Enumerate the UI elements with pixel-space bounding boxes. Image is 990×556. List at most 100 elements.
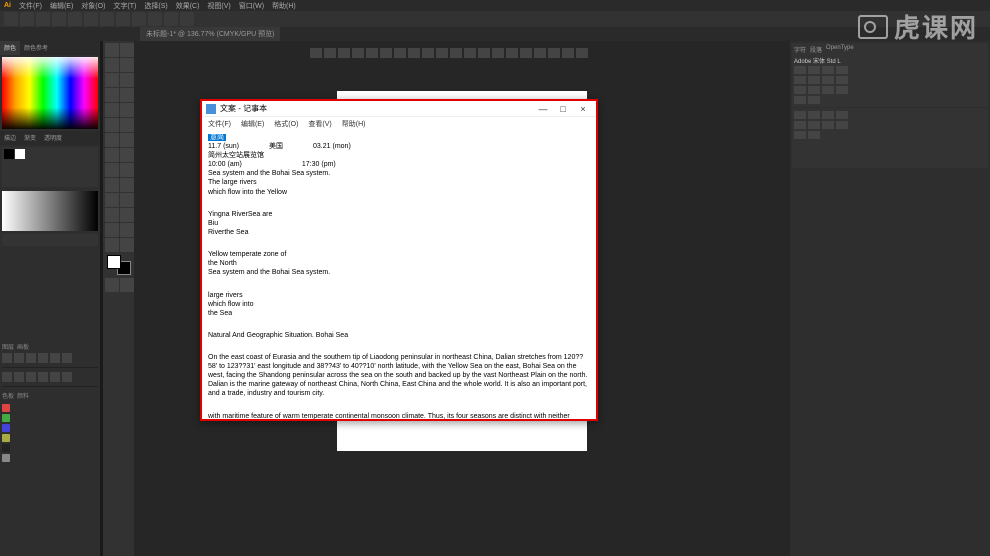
panel-icon[interactable]	[38, 372, 48, 382]
panel-icon[interactable]	[38, 353, 48, 363]
tab-paragraph[interactable]: 段落	[810, 45, 822, 55]
opt-icon[interactable]	[520, 48, 532, 58]
panel-icon[interactable]	[62, 353, 72, 363]
menu-effect[interactable]: 效果(C)	[176, 1, 200, 11]
para-ctrl[interactable]	[822, 111, 834, 119]
control-icon[interactable]	[52, 12, 66, 26]
char-ctrl[interactable]	[836, 86, 848, 94]
char-ctrl[interactable]	[836, 66, 848, 74]
char-ctrl[interactable]	[808, 96, 820, 104]
char-ctrl[interactable]	[794, 76, 806, 84]
para-ctrl[interactable]	[822, 121, 834, 129]
np-menu-file[interactable]: 文件(F)	[208, 119, 231, 129]
color-dot[interactable]	[2, 404, 10, 412]
eyedropper-tool[interactable]	[105, 193, 119, 207]
control-icon[interactable]	[84, 12, 98, 26]
opt-icon[interactable]	[436, 48, 448, 58]
opt-icon[interactable]	[366, 48, 378, 58]
tab-character[interactable]: 字符	[794, 45, 806, 55]
para-ctrl[interactable]	[836, 111, 848, 119]
fill-stroke-control[interactable]	[107, 255, 131, 275]
paintbrush-tool[interactable]	[120, 103, 134, 117]
font-family-value[interactable]: Adobe 宋体 Std L	[794, 56, 841, 65]
color-dot[interactable]	[2, 454, 10, 462]
selection-tool[interactable]	[105, 43, 119, 57]
para-ctrl[interactable]	[794, 131, 806, 139]
slice-tool[interactable]	[120, 223, 134, 237]
curvature-tool[interactable]	[120, 73, 134, 87]
color-dot[interactable]	[2, 424, 10, 432]
char-ctrl[interactable]	[808, 66, 820, 74]
menu-text[interactable]: 文字(T)	[113, 1, 136, 11]
opt-icon[interactable]	[380, 48, 392, 58]
np-menu-view[interactable]: 查看(V)	[308, 119, 331, 129]
screen-mode[interactable]	[120, 278, 134, 292]
opt-icon[interactable]	[408, 48, 420, 58]
np-menu-help[interactable]: 帮助(H)	[342, 119, 366, 129]
shape-builder-tool[interactable]	[105, 163, 119, 177]
char-ctrl[interactable]	[836, 76, 848, 84]
fill-color[interactable]	[107, 255, 121, 269]
lasso-tool[interactable]	[120, 58, 134, 72]
swatch[interactable]	[15, 149, 25, 159]
column-graph-tool[interactable]	[120, 208, 134, 222]
char-ctrl[interactable]	[822, 86, 834, 94]
notepad-window[interactable]: 文案 - 记事本 — □ × 文件(F) 编辑(E) 格式(O) 查看(V) 帮…	[200, 99, 598, 421]
tab-artboards[interactable]: 画板	[17, 342, 29, 351]
notepad-textarea[interactable]: 意简 11.7 (sun) 美国 03.21 (mon) 简州太空站展览馆 10…	[202, 131, 596, 419]
type-tool[interactable]	[105, 88, 119, 102]
menu-object[interactable]: 对象(O)	[81, 1, 105, 11]
opt-icon[interactable]	[576, 48, 588, 58]
panel-icon[interactable]	[14, 353, 24, 363]
shaper-tool[interactable]	[105, 118, 119, 132]
panel-icon[interactable]	[2, 372, 12, 382]
char-ctrl[interactable]	[808, 86, 820, 94]
eraser-tool[interactable]	[120, 118, 134, 132]
direct-select-tool[interactable]	[120, 43, 134, 57]
perspective-tool[interactable]	[120, 163, 134, 177]
panel-icon[interactable]	[26, 372, 36, 382]
char-ctrl[interactable]	[794, 96, 806, 104]
blend-tool[interactable]	[120, 193, 134, 207]
menu-view[interactable]: 视图(V)	[207, 1, 230, 11]
tab-opentype[interactable]: OpenType	[826, 45, 854, 55]
control-icon[interactable]	[164, 12, 178, 26]
np-menu-edit[interactable]: 编辑(E)	[241, 119, 264, 129]
opt-icon[interactable]	[464, 48, 476, 58]
np-menu-format[interactable]: 格式(O)	[274, 119, 298, 129]
rotate-tool[interactable]	[105, 133, 119, 147]
control-icon[interactable]	[148, 12, 162, 26]
para-ctrl[interactable]	[794, 121, 806, 129]
char-ctrl[interactable]	[808, 76, 820, 84]
menu-window[interactable]: 窗口(W)	[239, 1, 264, 11]
color-spectrum[interactable]	[2, 57, 98, 129]
panel-brush[interactable]	[2, 234, 98, 246]
para-ctrl[interactable]	[794, 111, 806, 119]
color-dot[interactable]	[2, 444, 10, 452]
panel-icon[interactable]	[2, 353, 12, 363]
opt-icon[interactable]	[548, 48, 560, 58]
opt-icon[interactable]	[478, 48, 490, 58]
artboard-tool[interactable]	[105, 223, 119, 237]
char-ctrl[interactable]	[794, 66, 806, 74]
opt-icon[interactable]	[534, 48, 546, 58]
panel-icon[interactable]	[26, 353, 36, 363]
para-ctrl[interactable]	[808, 131, 820, 139]
notepad-titlebar[interactable]: 文案 - 记事本 — □ ×	[202, 101, 596, 117]
para-ctrl[interactable]	[808, 111, 820, 119]
magic-wand-tool[interactable]	[105, 58, 119, 72]
tab-stroke[interactable]: 描边	[0, 131, 20, 145]
tab-color[interactable]: 颜色	[0, 41, 20, 55]
para-ctrl[interactable]	[836, 121, 848, 129]
para-ctrl[interactable]	[808, 121, 820, 129]
minimize-button[interactable]: —	[534, 103, 552, 115]
panel-icon[interactable]	[14, 372, 24, 382]
mesh-tool[interactable]	[105, 178, 119, 192]
color-dot[interactable]	[2, 434, 10, 442]
line-tool[interactable]	[120, 88, 134, 102]
opt-icon[interactable]	[562, 48, 574, 58]
pen-tool[interactable]	[105, 73, 119, 87]
draw-mode[interactable]	[105, 278, 119, 292]
zoom-tool[interactable]	[120, 238, 134, 252]
panel-icon[interactable]	[62, 372, 72, 382]
